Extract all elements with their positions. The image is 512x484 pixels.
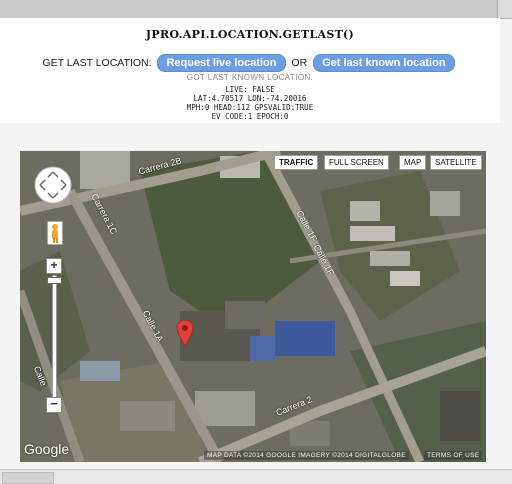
get-last-known-location-button[interactable]: Get last known location [313,54,455,72]
scrollbar-corner [497,0,512,18]
browser-top-bar [0,0,512,19]
get-last-location-label: GET LAST LOCATION: [42,57,152,69]
pan-control[interactable] [33,165,73,205]
location-panel: JPRO.API.LOCATION.GETLAST() GET LAST LOC… [0,18,500,123]
pegman-icon [52,224,58,243]
zoom-in-button[interactable]: + [46,258,62,274]
map-attribution: MAP DATA ©2014 GOOGLE IMAGERY ©2014 DIGI… [204,451,409,460]
result-line-event: EV CODE:1 EPOCH:0 [211,112,289,121]
result-line-live: LIVE: FALSE [225,85,275,94]
location-marker-icon[interactable] [176,319,194,347]
zoom-slider-track[interactable] [52,275,57,399]
google-logo: Google [24,441,70,457]
traffic-button[interactable]: TRAFFIC [274,155,319,170]
terms-of-use-link[interactable]: TERMS OF USE [424,451,483,460]
request-live-location-button[interactable]: Request live location [157,54,286,72]
page-title: JPRO.API.LOCATION.GETLAST() [145,28,355,41]
result-line-coords: LAT:4.70517 LON:-74.20016 [193,94,307,103]
full-screen-button[interactable]: FULL SCREEN [324,155,389,170]
bottom-tab[interactable] [2,472,54,484]
result-line-speed: MPH:0 HEAD:112 GPSVALID:TRUE [186,103,314,112]
or-label: OR [291,57,308,69]
satellite-map[interactable]: TRAFFIC FULL SCREEN MAP SATELLITE + − Ca… [20,151,486,462]
map-type-map-button[interactable]: MAP [399,155,427,170]
zoom-slider-handle[interactable] [47,277,62,284]
zoom-out-button[interactable]: − [46,397,62,413]
street-view-pegman-button[interactable] [47,221,63,245]
map-type-satellite-button[interactable]: SATELLITE [430,155,482,170]
controls-row: GET LAST LOCATION: Request live location… [0,54,500,72]
bottom-bar [0,469,512,484]
status-caption: GOT LAST KNOWN LOCATION. [186,73,314,82]
